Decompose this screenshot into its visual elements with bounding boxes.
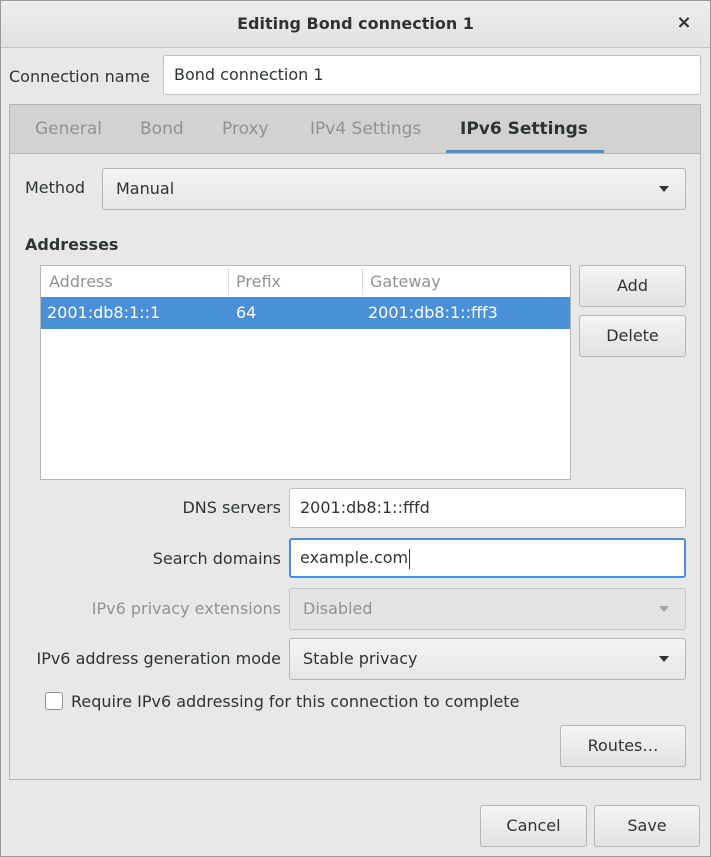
table-header: Address Prefix Gateway bbox=[41, 266, 570, 298]
delete-address-button[interactable]: Delete bbox=[579, 315, 686, 357]
ipv6-privacy-extensions-label: IPv6 privacy extensions bbox=[91, 599, 281, 618]
require-ipv6-checkbox[interactable] bbox=[45, 692, 63, 710]
address-cell: 2001:db8:1::1 bbox=[47, 303, 161, 322]
tab-bond[interactable]: Bond bbox=[140, 105, 184, 153]
method-value: Manual bbox=[116, 179, 175, 198]
chevron-down-icon bbox=[659, 606, 669, 612]
column-header-address[interactable]: Address bbox=[49, 266, 113, 297]
add-address-button[interactable]: Add bbox=[579, 265, 686, 307]
gateway-cell: 2001:db8:1::fff3 bbox=[368, 303, 498, 322]
method-label: Method bbox=[25, 178, 86, 197]
window-title: Editing Bond connection 1 bbox=[237, 14, 474, 33]
title-bar: Editing Bond connection 1 × bbox=[1, 1, 710, 48]
search-domains-value: example.com bbox=[300, 548, 409, 567]
ipv6-privacy-extensions-dropdown: Disabled bbox=[289, 588, 686, 630]
tab-proxy[interactable]: Proxy bbox=[222, 105, 269, 153]
chevron-down-icon bbox=[659, 656, 669, 662]
connection-name-label: Connection name bbox=[9, 67, 150, 86]
ipv6-privacy-extensions-value: Disabled bbox=[303, 599, 373, 618]
address-generation-mode-label: IPv6 address generation mode bbox=[36, 649, 281, 668]
text-caret bbox=[409, 548, 411, 569]
column-divider bbox=[362, 268, 363, 295]
address-generation-mode-dropdown[interactable]: Stable privacy bbox=[289, 638, 686, 680]
require-ipv6-label[interactable]: Require IPv6 addressing for this connect… bbox=[71, 692, 519, 711]
save-button[interactable]: Save bbox=[594, 805, 700, 847]
addresses-table[interactable]: Address Prefix Gateway 2001:db8:1::1 64 … bbox=[40, 265, 571, 480]
dns-servers-input[interactable]: 2001:db8:1::fffd bbox=[289, 488, 686, 528]
settings-notebook: General Bond Proxy IPv4 Settings IPv6 Se… bbox=[9, 104, 701, 780]
table-row[interactable]: 2001:db8:1::1 64 2001:db8:1::fff3 bbox=[41, 297, 570, 329]
column-header-prefix[interactable]: Prefix bbox=[236, 266, 281, 297]
dialog-window: Editing Bond connection 1 × Connection n… bbox=[0, 0, 711, 857]
dialog-footer: Cancel Save bbox=[1, 783, 710, 856]
routes-button[interactable]: Routes… bbox=[560, 725, 686, 767]
tab-bar: General Bond Proxy IPv4 Settings IPv6 Se… bbox=[10, 105, 700, 154]
prefix-cell: 64 bbox=[236, 303, 257, 322]
connection-name-input[interactable]: Bond connection 1 bbox=[163, 55, 701, 95]
address-generation-mode-value: Stable privacy bbox=[303, 649, 418, 668]
column-header-gateway[interactable]: Gateway bbox=[370, 266, 441, 297]
dns-servers-label: DNS servers bbox=[182, 498, 281, 517]
addresses-heading: Addresses bbox=[25, 235, 119, 254]
search-domains-label: Search domains bbox=[152, 549, 281, 568]
close-icon[interactable]: × bbox=[672, 11, 696, 35]
method-dropdown[interactable]: Manual bbox=[102, 168, 686, 210]
cancel-button[interactable]: Cancel bbox=[480, 805, 587, 847]
tab-general[interactable]: General bbox=[35, 105, 102, 153]
tab-ipv4-settings[interactable]: IPv4 Settings bbox=[310, 105, 421, 153]
tab-ipv6-settings[interactable]: IPv6 Settings bbox=[446, 105, 604, 153]
search-domains-input[interactable]: example.com bbox=[289, 538, 686, 578]
chevron-down-icon bbox=[659, 186, 669, 192]
column-divider bbox=[228, 268, 229, 295]
